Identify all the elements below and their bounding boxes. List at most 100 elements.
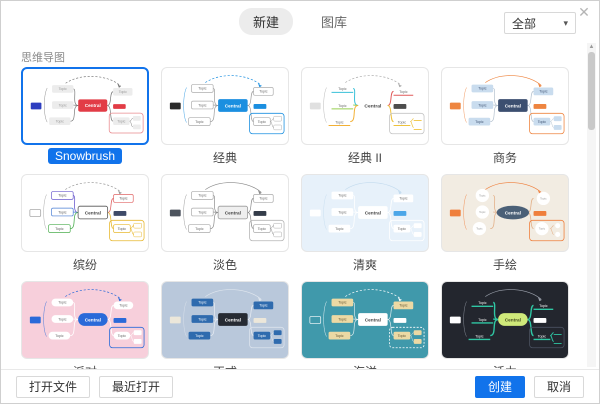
svg-text:Topic: Topic [198, 194, 206, 198]
template-cell: TopicTopicTopicTopicTopicCentral 经典 [161, 67, 289, 166]
close-icon[interactable]: ✕ [576, 4, 592, 20]
template-name: 缤纷 [21, 256, 149, 273]
svg-text:Central: Central [505, 210, 521, 215]
svg-text:Topic: Topic [59, 87, 67, 91]
template-thumbnail-清爽[interactable]: TopicTopicTopicTopicTopicCentral [301, 174, 429, 252]
svg-text:Topic: Topic [198, 210, 206, 214]
dialog-header: 新建 图库 全部 ▾ ✕ [1, 1, 599, 41]
template-thumbnail-经典[interactable]: TopicTopicTopicTopicTopicCentral [161, 67, 289, 145]
template-preview: TopicTopicTopicTopicTopicCentral [162, 68, 288, 144]
template-thumbnail-经典 II[interactable]: TopicTopicTopicTopicTopicCentral [301, 67, 429, 145]
filter-dropdown-value: 全部 [512, 15, 536, 32]
svg-text:Topic: Topic [58, 194, 66, 198]
svg-text:Topic: Topic [58, 210, 66, 214]
svg-text:Topic: Topic [338, 194, 346, 198]
svg-text:Topic: Topic [539, 304, 547, 308]
svg-text:Topic: Topic [538, 334, 546, 338]
svg-text:Topic: Topic [398, 227, 406, 231]
template-thumbnail-手绘[interactable]: TopicTopicTopicTopicTopicCentral [441, 174, 569, 252]
section-title-mindmap: 思维导图 [21, 49, 65, 65]
template-preview: TopicTopicTopicTopicTopicCentral [442, 68, 568, 144]
template-cell: TopicTopicTopicTopicTopicCentral 正式 [161, 281, 289, 369]
template-thumbnail-Snowbrush[interactable]: TopicTopicTopicTopicTopicCentral [21, 67, 149, 145]
svg-text:Central: Central [85, 210, 101, 215]
svg-text:Topic: Topic [58, 317, 66, 321]
svg-text:Topic: Topic [259, 197, 267, 201]
svg-text:Topic: Topic [258, 334, 266, 338]
svg-text:Topic: Topic [476, 227, 483, 231]
template-thumbnail-海洋[interactable]: TopicTopicTopicTopicTopicCentral [301, 281, 429, 359]
scrollbar[interactable]: ▲ [587, 43, 596, 367]
template-cell: TopicTopicTopicTopicTopicCentral Snowbru… [21, 67, 149, 166]
svg-text:Topic: Topic [59, 103, 67, 107]
svg-text:Central: Central [365, 317, 381, 322]
template-cell: TopicTopicTopicTopicTopicCentral 海洋 [301, 281, 429, 369]
svg-text:Topic: Topic [195, 120, 203, 124]
svg-text:Topic: Topic [198, 103, 206, 107]
template-preview: TopicTopicTopicTopicTopicCentral [302, 68, 428, 144]
svg-text:Topic: Topic [117, 119, 125, 123]
template-thumbnail-活力[interactable]: TopicTopicTopicTopicTopicCentral [441, 281, 569, 359]
template-cell: TopicTopicTopicTopicTopicCentral 经典 II [301, 67, 429, 166]
svg-text:Central: Central [364, 103, 382, 109]
svg-text:Topic: Topic [259, 304, 267, 308]
template-cell: TopicTopicTopicTopicTopicCentral 派对 [21, 281, 149, 369]
svg-text:Topic: Topic [259, 90, 267, 94]
svg-text:Topic: Topic [118, 227, 126, 231]
svg-text:Topic: Topic [478, 87, 486, 91]
template-preview: TopicTopicTopicTopicTopicCentral [162, 282, 288, 358]
svg-text:Topic: Topic [479, 194, 486, 198]
template-preview: TopicTopicTopicTopicTopicCentral [162, 175, 288, 251]
tab-new[interactable]: 新建 [239, 8, 293, 35]
template-thumbnail-派对[interactable]: TopicTopicTopicTopicTopicCentral [21, 281, 149, 359]
svg-text:Topic: Topic [399, 197, 407, 201]
template-preview: TopicTopicTopicTopicTopicCentral [442, 282, 568, 358]
svg-text:Topic: Topic [399, 90, 407, 94]
svg-text:Topic: Topic [539, 90, 547, 94]
template-cell: TopicTopicTopicTopicTopicCentral 清爽 [301, 174, 429, 273]
template-area: 思维导图 Topic Topic Topic Topic Topic Central Sn… [1, 41, 599, 369]
svg-text:Topic: Topic [58, 301, 66, 305]
svg-text:Topic: Topic [399, 304, 407, 308]
svg-text:Central: Central [365, 210, 381, 215]
template-name: 清爽 [301, 256, 429, 273]
svg-text:Topic: Topic [540, 196, 547, 200]
svg-text:Topic: Topic [338, 301, 346, 305]
template-thumbnail-缤纷[interactable]: TopicTopicTopicTopicTopicCentral [21, 174, 149, 252]
svg-text:Topic: Topic [335, 334, 343, 338]
recent-files-button[interactable]: 最近打开 [99, 376, 173, 398]
template-thumbnail-商务[interactable]: TopicTopicTopicTopicTopicCentral [441, 67, 569, 145]
filter-dropdown[interactable]: 全部 ▾ [504, 12, 576, 34]
svg-text:Topic: Topic [478, 301, 486, 305]
template-cell: TopicTopicTopicTopicTopicCentral 活力 [441, 281, 569, 369]
new-document-dialog: 新建 图库 全部 ▾ ✕ 思维导图 Topic Topic Topic Topic To… [0, 0, 600, 404]
template-preview: TopicTopicTopicTopicTopicCentral [302, 282, 428, 358]
svg-text:Topic: Topic [119, 90, 127, 94]
svg-text:Topic: Topic [119, 304, 127, 308]
svg-text:Topic: Topic [258, 227, 266, 231]
scrollbar-thumb[interactable] [588, 52, 595, 130]
chevron-down-icon: ▾ [563, 18, 568, 29]
svg-text:Topic: Topic [119, 197, 127, 201]
svg-text:Topic: Topic [479, 210, 486, 214]
cancel-button[interactable]: 取消 [534, 376, 584, 398]
template-thumbnail-正式[interactable]: TopicTopicTopicTopicTopicCentral [161, 281, 289, 359]
template-name: Snowbrush [21, 149, 149, 166]
svg-text:Central: Central [225, 210, 241, 215]
svg-text:Topic: Topic [398, 120, 406, 124]
svg-text:Central: Central [505, 317, 521, 322]
tab-gallery[interactable]: 图库 [307, 8, 361, 35]
svg-text:Central: Central [225, 103, 241, 108]
svg-text:Topic: Topic [198, 317, 206, 321]
svg-text:Topic: Topic [338, 104, 346, 108]
svg-text:Topic: Topic [338, 210, 346, 214]
template-cell: TopicTopicTopicTopicTopicCentral 商务 [441, 67, 569, 166]
svg-text:Central: Central [505, 103, 521, 108]
template-thumbnail-淡色[interactable]: TopicTopicTopicTopicTopicCentral [161, 174, 289, 252]
svg-text:Topic: Topic [55, 334, 63, 338]
open-file-button[interactable]: 打开文件 [16, 376, 90, 398]
template-cell: TopicTopicTopicTopicTopicCentral 淡色 [161, 174, 289, 273]
create-button[interactable]: 创建 [475, 376, 525, 398]
svg-text:Topic: Topic [198, 87, 206, 91]
scrollbar-up-icon[interactable]: ▲ [587, 43, 596, 51]
